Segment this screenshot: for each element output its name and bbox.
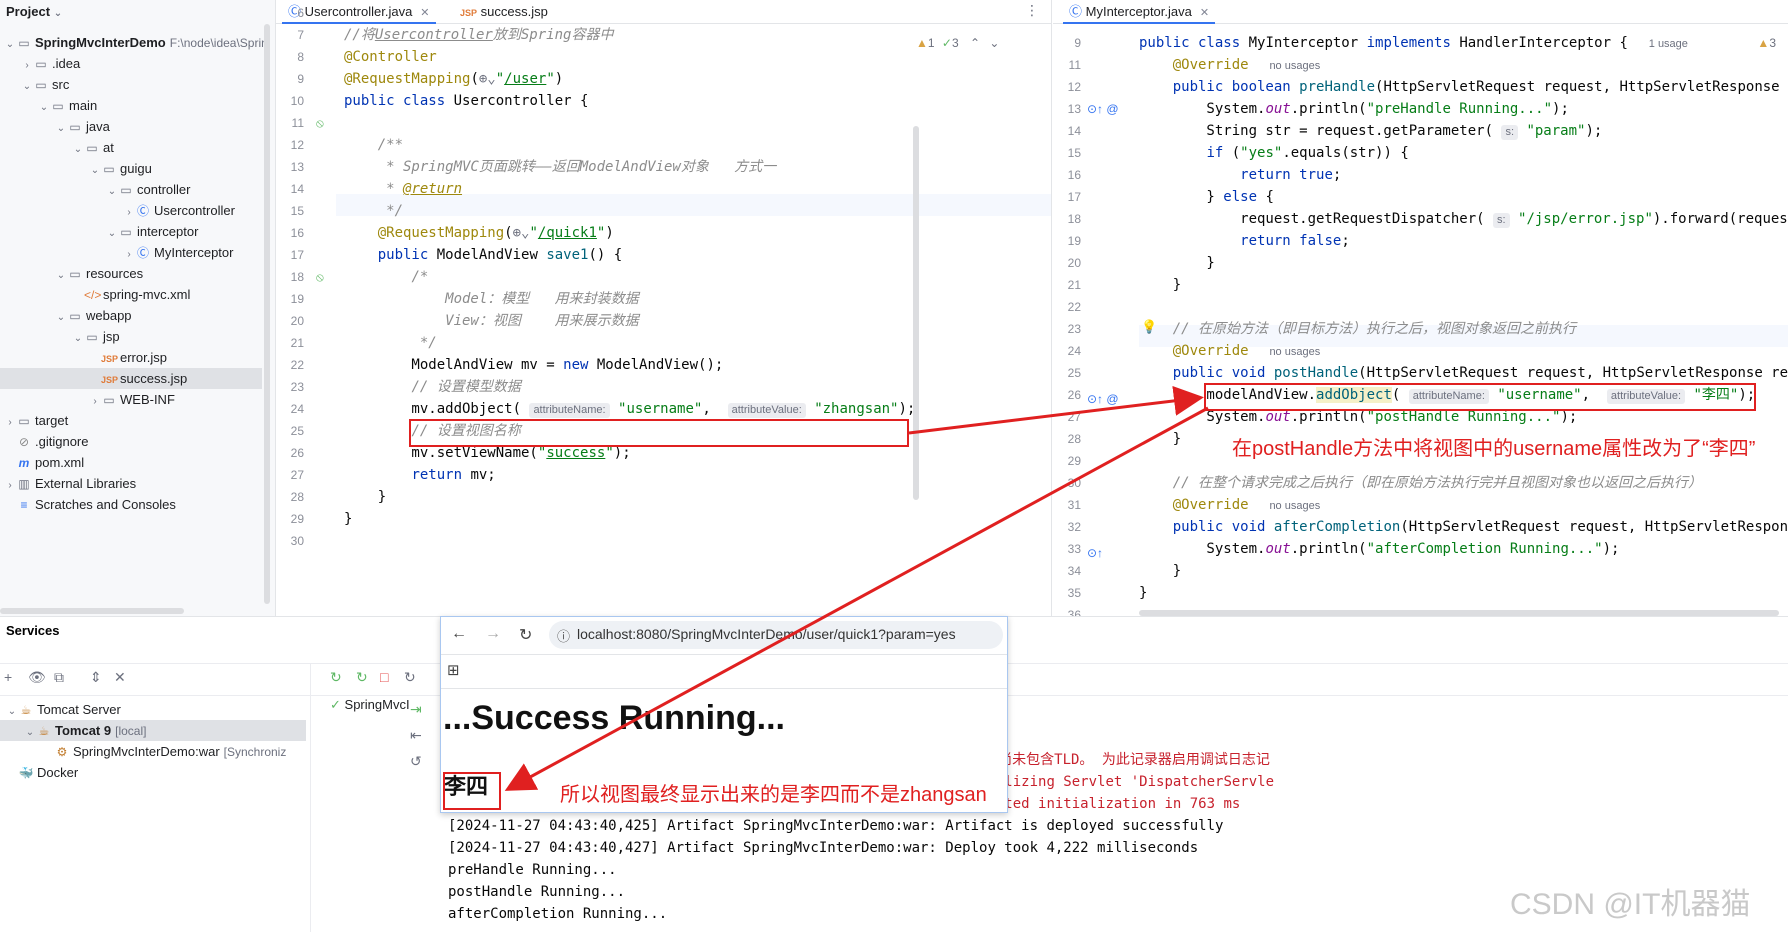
annotation-arrows xyxy=(504,385,1209,791)
arrow-to-postHandle xyxy=(908,385,1204,435)
arrow-to-result xyxy=(504,406,1209,791)
